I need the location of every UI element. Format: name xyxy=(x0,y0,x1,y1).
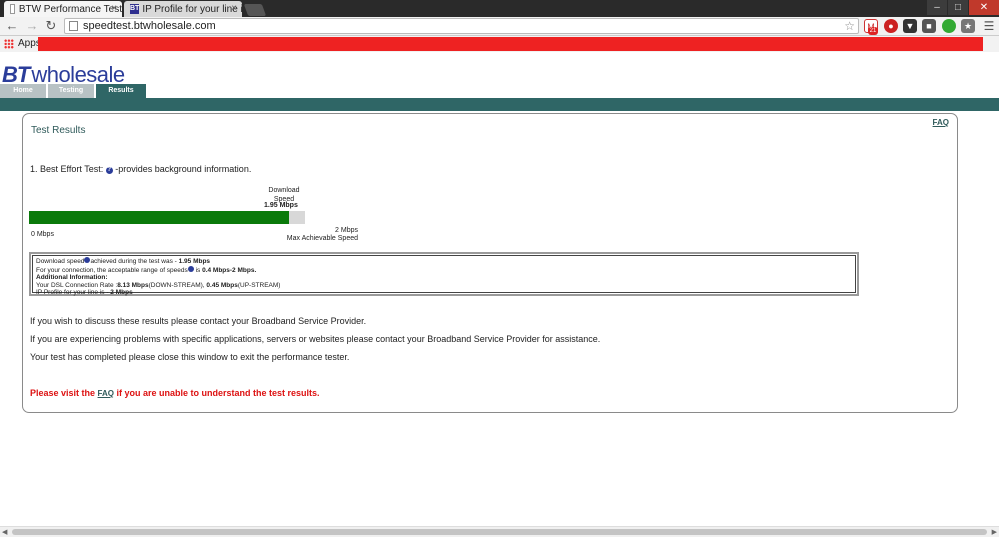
speed-bar-max-label: 2 Mbps xyxy=(335,227,358,234)
speed-bar-max-caption: Max Achievable Speed xyxy=(286,235,358,242)
extension-icon[interactable]: ■ xyxy=(922,19,936,33)
info-value: 0.4 Mbps-2 Mbps. xyxy=(202,266,257,274)
back-arrow-icon[interactable]: ← xyxy=(4,18,20,34)
info-text: is xyxy=(193,266,203,274)
info-heading: Additional Information: xyxy=(36,274,108,282)
horizontal-scrollbar[interactable]: ◀ ▶ xyxy=(0,526,999,537)
info-value: 0.45 Mbps xyxy=(206,281,238,289)
browser-tabstrip: BTW Performance Test × BT IP Profile for… xyxy=(0,0,999,17)
red-bookmark-bar-overlay xyxy=(38,37,983,51)
info-text: Your DSL Connection Rate : xyxy=(36,281,118,289)
results-panel: Test Results FAQ 1. Best Effort Test: ? … xyxy=(22,113,958,413)
results-info-box: Download speed achieved during the test w… xyxy=(29,252,859,296)
download-speed-value: 1.95 Mbps xyxy=(264,202,298,209)
info-text: Download speed xyxy=(36,258,85,265)
tab-title: BTW Performance Test xyxy=(18,3,122,15)
speed-bar-fill xyxy=(29,211,289,224)
forward-arrow-icon[interactable]: → xyxy=(24,18,40,34)
info-text: achieved during the test was - xyxy=(90,258,179,265)
maximize-button[interactable]: □ xyxy=(948,0,968,15)
info-text: (UP-STREAM) xyxy=(237,281,281,289)
speed-bar-min-label: 0 Mbps xyxy=(31,231,54,238)
notice-text: Please visit the xyxy=(30,388,98,398)
faq-link[interactable]: FAQ xyxy=(933,118,949,127)
info-value: 2 Mbps xyxy=(110,289,133,297)
nav-tab-testing[interactable]: Testing xyxy=(48,84,94,98)
best-effort-description: -provides background information. xyxy=(115,164,252,174)
new-tab-button[interactable] xyxy=(243,4,267,16)
info-download-line: Download speed achieved during the test w… xyxy=(36,257,852,266)
info-text: For your connection, the acceptable rang… xyxy=(36,266,188,274)
info-ip-profile-line: IP Profile for your line is - 2 Mbps xyxy=(36,289,852,297)
info-dsl-rate-line: Your DSL Connection Rate :8.13 Mbps(DOWN… xyxy=(36,282,852,290)
info-value: 1.95 Mbps xyxy=(178,258,211,265)
reload-icon[interactable]: ↻ xyxy=(43,18,59,34)
best-effort-heading: 1. Best Effort Test: ? -provides backgro… xyxy=(30,164,251,174)
minimize-button[interactable]: – xyxy=(927,0,947,15)
faq-notice: Please visit the FAQ if you are unable t… xyxy=(30,388,320,398)
page-icon xyxy=(69,21,78,31)
bt-wholesale-logo[interactable]: BT wholesale xyxy=(2,62,125,87)
header-band xyxy=(0,98,999,111)
apps-grid-icon xyxy=(4,38,14,49)
info-value: 8.13 Mbps xyxy=(117,281,149,289)
info-text: IP Profile for your line is - xyxy=(36,289,111,297)
faq-inline-link[interactable]: FAQ xyxy=(98,389,114,398)
nav-tab-home[interactable]: Home xyxy=(0,84,46,98)
leaf-extension-icon[interactable] xyxy=(942,19,956,33)
tab-btw-performance-test[interactable]: BTW Performance Test × xyxy=(4,1,122,17)
extension-icon-2[interactable]: ★ xyxy=(961,19,975,33)
adblock-icon[interactable]: ● xyxy=(884,19,898,33)
apps-shortcut[interactable]: Apps xyxy=(4,38,41,49)
problems-paragraph: If you are experiencing problems with sp… xyxy=(30,334,601,344)
url-text: speedtest.btwholesale.com xyxy=(83,20,216,32)
bookmark-star-icon[interactable]: ☆ xyxy=(844,19,855,33)
info-additional-heading: Additional Information: xyxy=(36,274,852,282)
chrome-menu-icon[interactable]: ☰ xyxy=(982,19,996,33)
info-text: (DOWN-STREAM), xyxy=(148,281,207,289)
contact-provider-paragraph: If you wish to discuss these results ple… xyxy=(30,316,367,326)
help-icon[interactable]: ? xyxy=(105,167,113,174)
pocket-icon[interactable]: ▼ xyxy=(903,19,917,33)
browser-toolbar: ← → ↻ speedtest.btwholesale.com ☆ M 21 ●… xyxy=(0,17,999,36)
tab-close-icon[interactable]: × xyxy=(111,3,117,14)
page-icon xyxy=(10,4,15,14)
close-window-button[interactable]: ✕ xyxy=(969,0,999,15)
tab-title: IP Profile for your line is - xyxy=(142,3,242,15)
bt-favicon-icon: BT xyxy=(130,4,140,14)
scroll-left-icon[interactable]: ◀ xyxy=(2,528,7,536)
window-controls: – □ ✕ xyxy=(927,0,999,17)
site-nav: Home Testing Results xyxy=(0,84,148,98)
address-bar[interactable]: speedtest.btwholesale.com ☆ xyxy=(64,18,859,34)
page-title: Test Results xyxy=(31,125,86,136)
notice-text: if you are unable to understand the test… xyxy=(114,388,320,398)
scroll-right-icon[interactable]: ▶ xyxy=(992,528,997,536)
scrollbar-thumb[interactable] xyxy=(12,529,987,535)
test-complete-paragraph: Your test has completed please close thi… xyxy=(30,352,350,362)
info-range-line: For your connection, the acceptable rang… xyxy=(36,265,852,275)
nav-tab-results[interactable]: Results xyxy=(96,84,146,98)
best-effort-label: 1. Best Effort Test: xyxy=(30,164,104,174)
extension-badge: 21 xyxy=(868,27,878,35)
tab-close-icon[interactable]: × xyxy=(231,3,237,14)
speed-bar-track xyxy=(29,211,305,224)
tab-ip-profile[interactable]: BT IP Profile for your line is - × xyxy=(124,1,242,17)
